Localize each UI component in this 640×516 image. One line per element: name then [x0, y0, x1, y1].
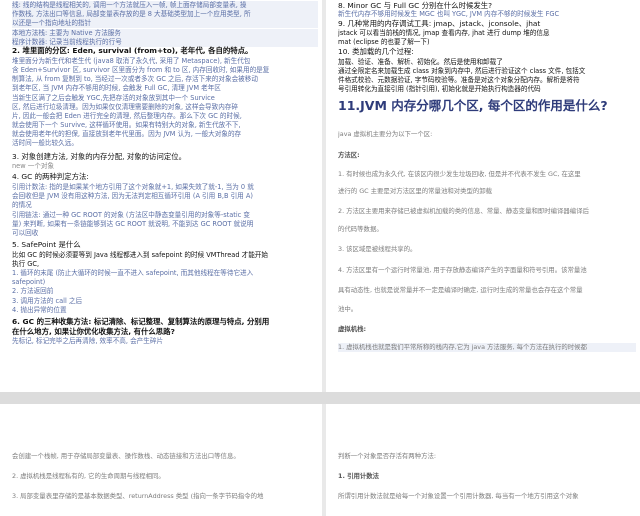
top-left-line: 以还是一个指向地址的指针: [12, 19, 318, 28]
top-left-line: 当新生区满了之后会触发 YGC,先把存活的对象放到其中一个 Survice: [12, 94, 215, 102]
top-right-line: java 虚拟机主要分为以下一个区:: [338, 130, 433, 138]
top-left-line: 先标记, 标记完毕之后再清除, 效率不高, 会产生碎片: [12, 337, 164, 345]
top-left-line: 就会使用老年代的担保, 直接放到老年代里面。因为 JVM 认为, 一般大对象的存: [12, 130, 242, 138]
top-right-line: 通过全限定名来加载生成 class 对象到内存中, 然后进行验证这个 class…: [338, 67, 586, 75]
top-left-line: 区, 然后进行垃圾清理。因为如果仅仅清理需要删除的对象, 这样会导致内存碎: [12, 103, 238, 111]
top-left-line: 执行 GC,: [12, 260, 40, 268]
top-left-line: 3. 对象创建方法, 对象的内存分配, 对象的访问定位。: [12, 152, 187, 161]
top-right-line: 11.JVM 内存分哪几个区, 每个区的作用是什么?: [338, 98, 608, 113]
top-left-line: 堆里面分为新生代和老生代 (java8 取消了永久代, 采用了 Metaspac…: [12, 57, 251, 65]
top-right-line: 池中。: [338, 305, 358, 313]
top-right-line: 1. 虚拟机栈也就是我们平常所称的栈内存,它为 java 方法服务, 每个方法在…: [338, 343, 636, 352]
top-right-line: 号引用转化为直接引用 (指针引用), 初始化就是开始执行构造器的代码: [338, 85, 541, 93]
top-left-line: 比如 GC 的时候必须要等到 Java 线程都进入到 safepoint 的时候…: [12, 251, 268, 259]
bottom-left-line: 3. 局部变量表里存储的是基本数据类型、returnAddress 类型 (指向…: [12, 492, 264, 500]
bottom-right-line: 所谓引用计数法就是给每一个对象设置一个引用计数器, 每当有一个地方引用这个对象: [338, 492, 579, 500]
top-left-line: 就会使用下一个 Survive, 这样循环使用。如果有特别大的对象, 新生代放不…: [12, 121, 241, 129]
document-page-top-right: 8. Minor GC 与 Full GC 分别在什么时候发生? 新生代内存不够用…: [326, 0, 640, 392]
bottom-right-line: 判断一个对象是否存活有两种方法:: [338, 452, 437, 460]
top-left-line: safepoint): [12, 278, 46, 286]
top-right-line: 新生代内存不够用时候发生 MGC 也叫 YGC, JVM 内存不够的时候发生 F…: [338, 10, 560, 18]
top-right-line: 进行的 GC 主要是对方法区里的常量池和对类型的卸载: [338, 187, 493, 195]
top-left-line: 5. SafePoint 是什么: [12, 240, 81, 249]
top-left-line: 4. 抛出异常的位置: [12, 306, 67, 314]
bottom-left-line: 2. 虚拟机栈是线程私有的, 它的生命周期与线程相同。: [12, 472, 165, 480]
top-right-line: 3. 该区域是被线程共享的。: [338, 245, 417, 253]
top-left-line: new 一个对象: [12, 162, 55, 170]
top-left-line: 2. 堆里面的分区: Eden, survival (from+to), 老年代…: [12, 46, 253, 55]
document-page-top-left: 线: 线的结构是线程相关的, 调用一个方法就压入一帧, 帧上面存储局部变量表, …: [0, 0, 322, 392]
top-left-line: 1. 循环的末尾 (防止大循环的时候一直不进入 safepoint, 而其他线程…: [12, 269, 254, 277]
top-left-line: 可以回收: [12, 229, 39, 237]
top-left-line: 6. GC 的三种收集方法: 标记清除、标记整理、复制算法的原理与特点, 分别用: [12, 317, 270, 326]
top-left-line: 片, 因此一般会把 Eden 进行完全的清理, 然后整理内存。那么下次 GC 的…: [12, 112, 242, 120]
top-left-line: 活时间一般比较久远。: [12, 139, 78, 147]
top-left-line: 在什么地方, 如果让你优化收集方法, 有什么思路?: [12, 327, 175, 336]
top-right-line: mat (eclipse 的也要了解一下): [338, 38, 430, 46]
top-right-line: 具有动态性, 也就是说常量并不一定是编译时确定, 运行时生成的常量也会存在这个常…: [338, 286, 583, 294]
top-right-line: 的代码等数据。: [338, 225, 383, 233]
top-left-line: 4. GC 的两种判定方法:: [12, 172, 89, 181]
top-right-line: 加载、验证、准备、解析、初始化。然后是使用和卸载了: [338, 58, 503, 66]
top-left-line: 量) 来判断, 如果有一条链能够到达 GC ROOT 就说明, 不能到达 GC …: [12, 220, 254, 228]
top-left-line: 引用链法: 通过一种 GC ROOT 的对象 (方法区中静态变量引用的对象等-s…: [12, 211, 250, 219]
top-left-line: 引用计数法: 指的是如果某个地方引用了这个对象就+1, 如果失效了就-1, 当为…: [12, 183, 254, 191]
top-left-line: 2. 方法返回前: [12, 287, 54, 295]
document-page-bottom-right: 判断一个对象是否存活有两种方法: 1. 引用计数法所谓引用计数法就是给每一个对象设…: [326, 404, 640, 516]
top-left-line: 的情况: [12, 201, 32, 209]
top-right-line: 10. 类加载的几个过程:: [338, 47, 414, 56]
top-right-line: jstack 可以看当前栈的情况, jmap 查看内存, jhat 进行 dum…: [338, 29, 550, 37]
top-right-line: 9. 几种常用的内存调试工具: jmap、jstack、jconsole、jha…: [338, 19, 541, 28]
top-left-line: 作数栈, 方法出口等信息, 局部变量表存放的是 8 大基础类型加上一个应用类型,…: [12, 10, 318, 19]
top-right-line: 虚拟机栈:: [338, 325, 367, 333]
top-left-line: 会回收但是 JVM 没有用这种方法, 因为无法判定相互循环引用 (A 引用 B,…: [12, 192, 253, 200]
top-right-line: 件格式校验、元数据验证, 字节码校验等。准备是对这个对象分配内存。解析是将符: [338, 76, 580, 84]
bottom-right-line: 1. 引用计数法: [338, 472, 380, 480]
top-right-line: 1. 有时候也成为永久代, 在该区内很少发生垃圾回收, 但是并不代表不发生 GC…: [338, 170, 581, 178]
document-page-bottom-left: 会创建一个栈帧, 用于存储局部变量表、操作数栈、动态链接和方法出口等信息。 2. …: [0, 404, 322, 516]
top-left-line: 本地方法栈: 主要为 Native 方法服务: [12, 29, 318, 38]
top-left-line: 到老年区, 当 JVM 内存不够用的时候, 会触发 Full GC, 清理 JV…: [12, 84, 221, 92]
top-right-line: 4. 方法区里有一个运行时常量池, 用于存放静态编译产生的字面量和符号引用。该常…: [338, 266, 587, 274]
top-left-line: 含 Eden+Survivor 区, survivor 区里面分为 from 和…: [12, 66, 270, 74]
bottom-left-line: 会创建一个栈帧, 用于存储局部变量表、操作数栈、动态链接和方法出口等信息。: [12, 452, 240, 460]
top-left-line: 制算法, 从 from 复制到 to, 当经过一次或者多次 GC 之后, 存活下…: [12, 75, 258, 83]
top-right-line: 方法区:: [338, 151, 360, 159]
top-right-line: 8. Minor GC 与 Full GC 分别在什么时候发生?: [338, 1, 493, 10]
top-left-line: 线: 线的结构是线程相关的, 调用一个方法就压入一帧, 帧上面存储局部变量表, …: [12, 1, 318, 10]
page-gap: [0, 392, 640, 404]
top-right-line: 2. 方法区主要用来存储已被虚拟机加载的类的信息、常量、静态变量和即时编译器编译…: [338, 207, 589, 215]
top-left-line: 3. 调用方法的 call 之后: [12, 297, 83, 305]
